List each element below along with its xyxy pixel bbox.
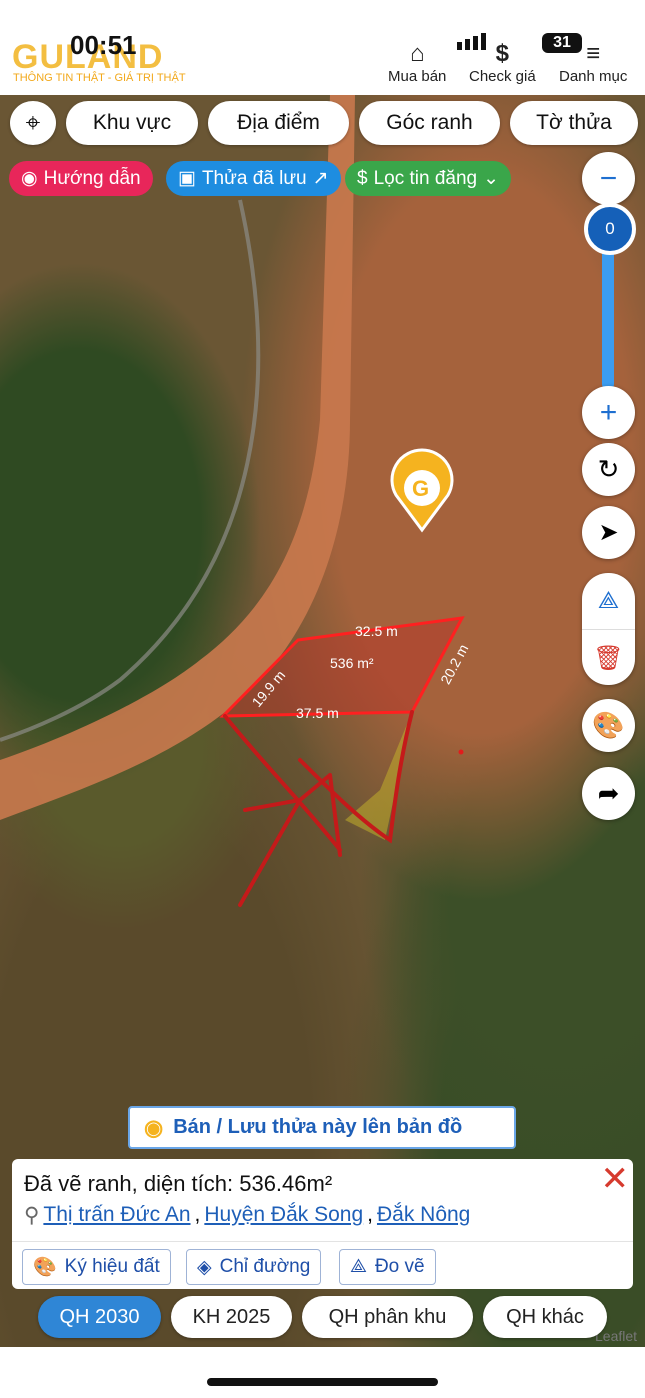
plus-icon: + [599,395,618,429]
parcel-area-title: Đã vẽ ranh, diện tích: 536.46m² [24,1171,333,1196]
color-style-button[interactable]: 🎨 [582,699,635,752]
chevron-down-icon: ⌄ [483,168,500,189]
sell-parcel-banner[interactable]: ◉ Bán / Lưu thửa này lên bản đồ [128,1106,516,1149]
palette-icon: 🎨 [33,1257,57,1278]
logo-tagline: THÔNG TIN THẬT - GIÁ TRỊ THẬT [13,72,186,84]
location-district[interactable]: Huyện Đắk Song [204,1203,363,1228]
filter-listings-label: Lọc tin đăng [373,167,478,189]
location-ward[interactable]: Thị trấn Đức An [43,1203,190,1228]
layer-qh-other[interactable]: QH khác [483,1296,607,1338]
menu-icon: ≡ [586,40,601,67]
sell-parcel-label: Bán / Lưu thửa này lên bản đồ [173,1116,463,1138]
draw-tools-group: ⟁ 🗑 [582,573,635,685]
divider [12,1241,633,1242]
home-indicator[interactable] [207,1378,438,1386]
zoom-out-button[interactable]: − [582,152,635,205]
app-header: GULAND THÔNG TIN THẬT - GIÁ TRỊ THẬT 00:… [0,0,645,95]
zoom-slider-handle[interactable]: 0 [584,203,636,255]
tab-location[interactable]: Địa điểm [208,101,349,145]
svg-text:G: G [412,476,429,501]
layer-kh2025[interactable]: KH 2025 [171,1296,292,1338]
dollar-icon: $ [357,167,368,189]
land-symbol-button[interactable]: 🎨 Ký hiệu đất [22,1249,171,1285]
nav-buy-sell[interactable]: ⌂ Mua bán [388,40,446,85]
house-icon: ⌂ [409,40,425,67]
edge-label-top: 32.5 m [355,623,398,639]
minus-icon: − [599,161,618,195]
map-pin-icon: ⚲ [24,1204,40,1227]
arrow-up-right-icon: ↗ [312,168,329,189]
measure-draw-button[interactable]: ⟁ Đo vẽ [339,1249,436,1285]
tab-corner[interactable]: Góc ranh [359,101,500,145]
area-label: 536 m² [330,655,374,671]
directions-label: Chỉ đường [219,1256,311,1277]
dollar-icon: $ [495,40,510,67]
guland-pin-icon: ◉ [144,1114,164,1140]
directions-icon: ◈ [197,1256,212,1278]
compass-draw-icon[interactable]: ⟁ [582,573,635,629]
nav-check-price-label: Check giá [469,68,536,85]
crosshair-icon: ⌖ [25,107,41,137]
bottom-safe-area [0,1347,645,1398]
trash-icon[interactable]: 🗑 [582,629,635,686]
layer-qh-subzone[interactable]: QH phân khu [302,1296,473,1338]
palette-icon: 🎨 [592,710,625,740]
layer-qh2030[interactable]: QH 2030 [38,1296,161,1338]
nav-buy-sell-label: Mua bán [388,68,447,85]
guide-button[interactable]: ◉ Hướng dẫn [9,161,153,196]
bookmark-icon: ▣ [178,168,196,189]
locate-me-button[interactable]: ⌖ [10,101,56,145]
parcel-location: ⚲ Thị trấn Đức An, Huyện Đắk Song, Đắk N… [24,1203,471,1228]
status-time: 00:51 [70,30,137,60]
navigate-button[interactable]: ➤ [582,506,635,559]
navigation-arrow-icon: ➤ [598,519,619,546]
edge-label-bottom: 37.5 m [296,705,339,721]
nav-menu-label: Danh mục [559,68,628,85]
close-icon[interactable]: ✕ [601,1159,630,1199]
saved-parcels-button[interactable]: ▣ Thửa đã lưu ↗ [166,161,341,196]
saved-parcels-label: Thửa đã lưu [201,167,307,189]
land-symbol-label: Ký hiệu đất [64,1256,160,1277]
refresh-button[interactable]: ↻ [582,443,635,496]
measure-draw-label: Đo vẽ [374,1256,425,1277]
guide-label: Hướng dẫn [43,167,141,189]
refresh-icon: ↻ [597,454,620,484]
directions-button[interactable]: ◈ Chỉ đường [186,1249,322,1285]
share-button[interactable]: ➦ [582,767,635,820]
zoom-in-button[interactable]: + [582,386,635,439]
nav-check-price[interactable]: $ Check giá [469,40,536,85]
nav-menu[interactable]: ≡ Danh mục [559,40,627,85]
compass-draw-icon: ⟁ [350,1256,367,1277]
share-arrow-icon: ➦ [597,778,620,808]
filter-listings-button[interactable]: $ Lọc tin đăng ⌄ [345,161,512,196]
tab-parcel-sheet[interactable]: Tờ thửa [510,101,638,145]
location-province[interactable]: Đắk Nông [377,1203,470,1228]
tab-area[interactable]: Khu vực [66,101,198,145]
record-icon: ◉ [21,168,38,189]
